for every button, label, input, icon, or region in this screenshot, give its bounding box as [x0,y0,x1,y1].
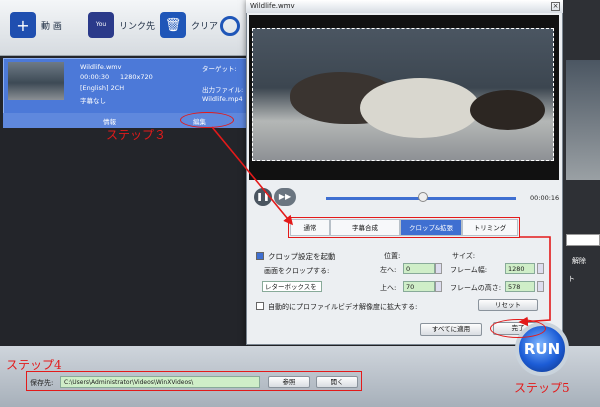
annotation-arrows [211,126,551,327]
arrow-to-done [518,236,551,327]
arrow-to-tabs [211,126,294,226]
